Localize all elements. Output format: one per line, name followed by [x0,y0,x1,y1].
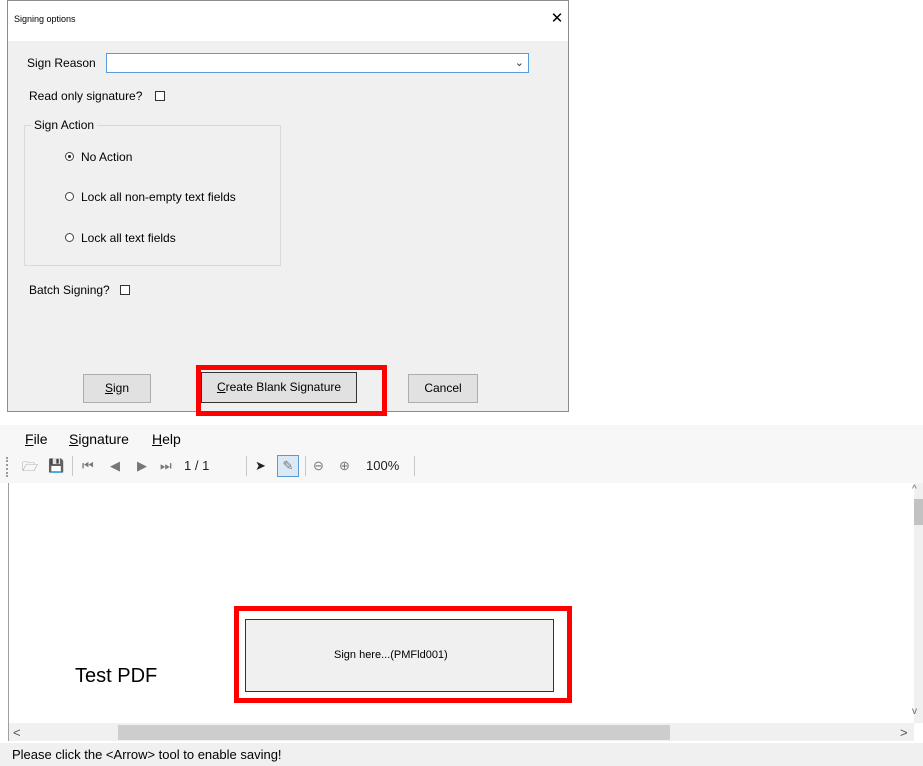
menu-signature-label: ignature [78,431,129,447]
document-title-text: Test PDF [75,665,158,687]
batch-signing-checkbox[interactable] [120,285,130,295]
zoom-out-icon[interactable]: ⊖ [313,458,324,474]
arrow-tool-icon[interactable]: ➤ [255,458,266,474]
menu-file[interactable]: File [25,431,48,447]
read-only-signature-label: Read only signature? [29,89,143,103]
toolbar-grip[interactable] [6,457,11,477]
scroll-down-icon[interactable]: v [912,706,917,717]
menu-signature[interactable]: Signature [69,431,129,447]
sign-button-label: ign [113,381,130,395]
previous-page-icon[interactable]: ◀ [110,458,120,474]
chevron-down-icon: ⌄ [514,57,524,69]
first-page-icon[interactable]: ⏮ [82,458,94,474]
lock-non-empty-fields-radio[interactable] [65,192,74,201]
document-border [8,483,9,741]
menu-help-label: elp [162,431,181,447]
sign-button[interactable]: Sign [83,374,151,403]
page-indicator: 1 / 1 [184,458,210,473]
no-action-radio[interactable] [65,152,74,161]
dialog-titlebar: Signing options ✕ [8,1,568,41]
toolbar-separator [246,456,247,476]
zoom-in-icon[interactable]: ⊕ [339,458,350,474]
sign-reason-label: Sign Reason [27,56,96,70]
scroll-right-icon[interactable]: > [900,725,908,740]
toolbar-separator [305,456,306,476]
cancel-button[interactable]: Cancel [408,374,478,403]
menu-bar [0,425,923,453]
scroll-left-icon[interactable]: < [13,725,21,740]
sign-tool-icon[interactable]: ✎ [277,455,299,477]
toolbar-separator [72,456,73,476]
vertical-scrollbar-thumb[interactable] [914,499,923,525]
next-page-icon[interactable]: ▶ [137,458,147,474]
no-action-label[interactable]: No Action [81,150,132,164]
batch-signing-label: Batch Signing? [29,283,110,297]
save-icon[interactable]: 💾 [48,458,64,474]
sign-action-legend: Sign Action [31,118,98,132]
read-only-signature-checkbox[interactable] [155,91,165,101]
dialog-title: Signing options [14,14,76,24]
highlight-signature-field [234,606,572,703]
scroll-up-icon[interactable]: ^ [912,484,917,495]
sign-reason-dropdown[interactable]: ⌄ [106,53,529,73]
lock-all-fields-label[interactable]: Lock all text fields [81,231,176,245]
menu-help-mnemonic: H [152,431,163,447]
status-text: Please click the <Arrow> tool to enable … [12,747,282,762]
horizontal-scrollbar-thumb[interactable] [118,725,670,740]
highlight-create-blank-signature [196,365,387,416]
sign-button-mnemonic: S [104,381,113,395]
menu-help[interactable]: Help [152,431,181,447]
close-icon[interactable]: ✕ [547,9,567,29]
last-page-icon[interactable]: ⏭ [160,458,172,474]
menu-file-label: ile [33,431,48,447]
zoom-level[interactable]: 100% [366,458,399,473]
menu-signature-mnemonic: S [69,431,79,447]
radio-selected-dot [68,155,71,158]
menu-file-mnemonic: F [25,431,34,447]
lock-all-fields-radio[interactable] [65,233,74,242]
toolbar-separator [414,456,415,476]
lock-non-empty-fields-label[interactable]: Lock all non-empty text fields [81,190,236,204]
open-icon[interactable]: 🗁 [22,458,38,480]
